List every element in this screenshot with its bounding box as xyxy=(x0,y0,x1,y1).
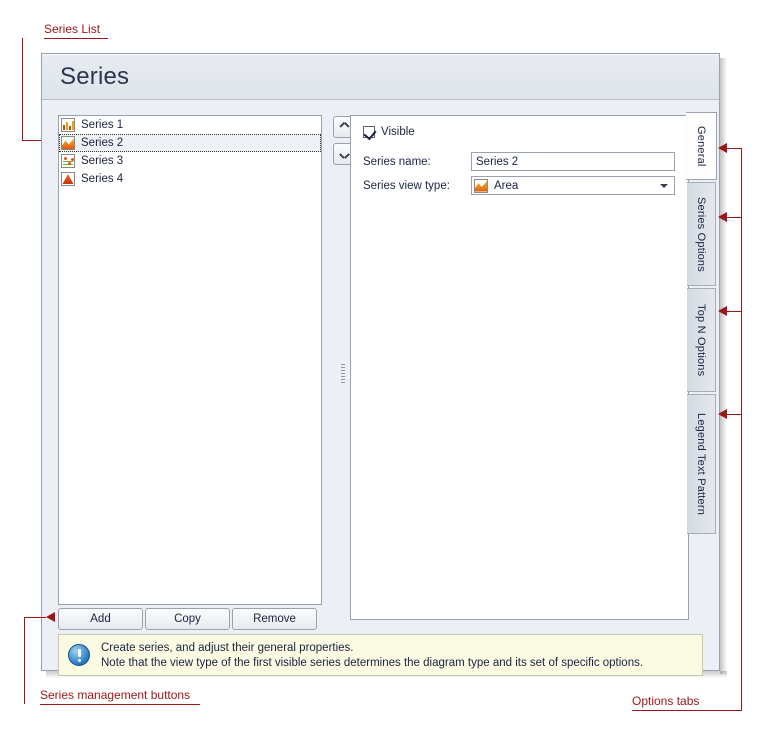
list-item[interactable]: Series 3 xyxy=(59,152,321,170)
series-name-label: Series name: xyxy=(363,155,431,168)
annotation-smb-connector xyxy=(24,617,46,618)
annotation-smb-arrow xyxy=(46,612,55,622)
series-name-row: Series name: xyxy=(363,152,675,171)
copy-button[interactable]: Copy xyxy=(145,608,230,630)
annotation-ot-arrow-2 xyxy=(718,212,727,222)
options-tabs: General Series Options Top N Options Leg… xyxy=(686,112,717,542)
visible-checkbox-row[interactable]: Visible xyxy=(363,126,415,141)
tab-label: General xyxy=(695,125,707,167)
general-options-panel: Visible Series name: Series view type: A… xyxy=(350,115,689,620)
screenshot-root: Series List Series Series 1 Series 2 Ser… xyxy=(0,0,779,751)
list-item[interactable]: Series 2 xyxy=(59,134,321,152)
titlebar-highlight xyxy=(42,54,719,55)
bar-chart-icon xyxy=(61,118,75,132)
list-item[interactable]: Series 4 xyxy=(59,170,321,188)
panel-splitter[interactable] xyxy=(341,364,345,386)
annotation-smb-underline xyxy=(40,704,200,705)
annotation-ot-stem xyxy=(741,148,742,710)
remove-button[interactable]: Remove xyxy=(232,608,317,630)
area-chart-icon xyxy=(61,136,75,150)
radar-chart-icon xyxy=(61,172,75,186)
series-view-type-row: Series view type: Area xyxy=(363,176,675,195)
dialog-titlebar: Series xyxy=(42,54,719,100)
info-bar: Create series, and adjust their general … xyxy=(58,634,703,676)
annotation-ot-arrow-3 xyxy=(718,306,727,316)
tab-label: Legend Text Pattern xyxy=(695,412,707,516)
area-chart-icon xyxy=(474,178,488,193)
page-title: Series xyxy=(60,63,130,90)
list-item[interactable]: Series 1 xyxy=(59,116,321,134)
annotation-ot-branch-4 xyxy=(727,414,742,415)
annotation-ot-branch-3 xyxy=(727,311,742,312)
list-item-label: Series 3 xyxy=(81,155,124,167)
annotation-series-management-buttons: Series management buttons xyxy=(40,688,191,702)
tab-series-options[interactable]: Series Options xyxy=(687,182,716,286)
series-view-type-combobox[interactable]: Area xyxy=(471,176,675,195)
series-listbox[interactable]: Series 1 Series 2 Series 3 Series 4 xyxy=(58,115,322,605)
annotation-series-list-stem xyxy=(22,38,23,141)
tab-top-n-options[interactable]: Top N Options xyxy=(687,288,716,392)
list-item-label: Series 2 xyxy=(81,137,124,149)
check-icon[interactable] xyxy=(363,126,377,141)
annotation-series-list: Series List xyxy=(44,22,101,36)
list-item-label: Series 1 xyxy=(81,119,124,131)
point-chart-icon xyxy=(61,154,75,168)
visible-checkbox-label: Visible xyxy=(381,126,415,138)
info-text: Create series, and adjust their general … xyxy=(101,641,694,671)
chevron-down-icon xyxy=(340,152,349,157)
annotation-ot-branch-2 xyxy=(727,217,742,218)
series-view-type-value: Area xyxy=(494,179,519,192)
annotation-smb-stem xyxy=(24,617,25,704)
tab-legend-text-pattern[interactable]: Legend Text Pattern xyxy=(687,394,716,534)
series-dialog: Series Series 1 Series 2 Series 3 Series… xyxy=(41,53,720,676)
chevron-down-icon[interactable] xyxy=(660,184,668,188)
tab-label: Series Options xyxy=(695,196,707,272)
annotation-ot-branch-1 xyxy=(727,148,742,149)
list-item-label: Series 4 xyxy=(81,173,124,185)
annotation-series-list-underline xyxy=(44,38,108,39)
info-icon xyxy=(68,644,90,666)
add-button[interactable]: Add xyxy=(58,608,143,630)
annotation-ot-underline xyxy=(632,710,742,711)
info-line-2: Note that the view type of the first vis… xyxy=(101,657,644,669)
series-view-type-label: Series view type: xyxy=(363,179,450,192)
series-name-input[interactable] xyxy=(471,152,675,171)
annotation-ot-arrow-4 xyxy=(718,409,727,419)
annotation-ot-arrow-1 xyxy=(718,143,727,153)
chevron-up-icon xyxy=(340,125,349,130)
info-line-1: Create series, and adjust their general … xyxy=(101,642,354,654)
tab-label: Top N Options xyxy=(695,303,707,377)
annotation-options-tabs: Options tabs xyxy=(632,694,700,708)
tab-general[interactable]: General xyxy=(686,112,717,180)
